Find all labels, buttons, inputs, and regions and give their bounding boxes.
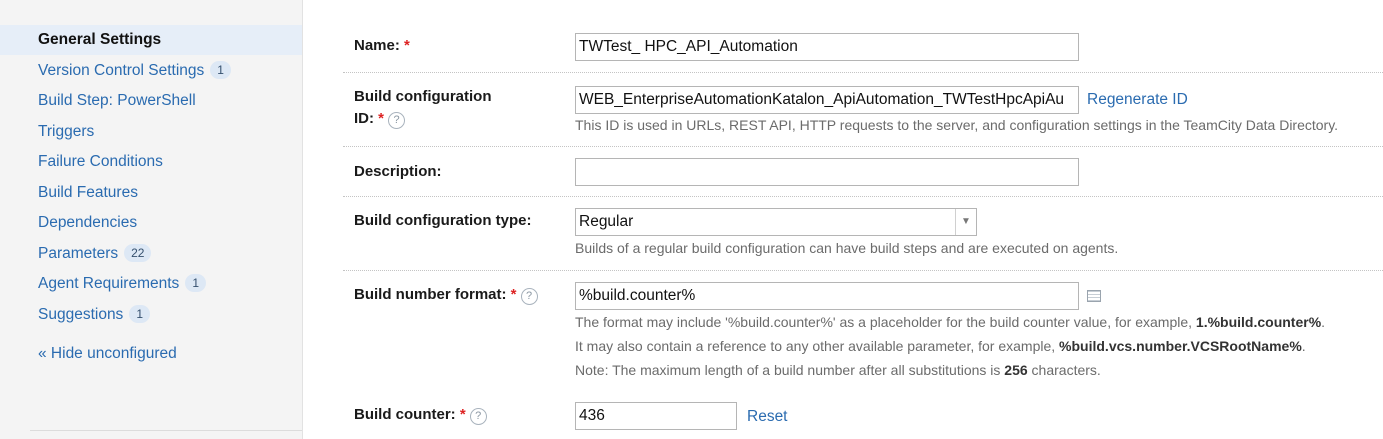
hide-unconfigured-label: « Hide unconfigured — [38, 345, 177, 362]
sidebar-item-label: Build Features — [38, 184, 138, 201]
config-type-value: Regular — [579, 213, 634, 230]
sidebar-item-suggestions[interactable]: Suggestions 1 — [0, 300, 302, 330]
sidebar-item-agent-requirements[interactable]: Agent Requirements 1 — [0, 269, 302, 299]
build-id-note: This ID is used in URLs, REST API, HTTP … — [575, 117, 1339, 133]
sidebar-item-label: Build Step: PowerShell — [38, 92, 196, 109]
counter-row: Build counter: *? 436 Reset — [343, 402, 1383, 434]
required-mark: * — [510, 286, 517, 303]
number-format-note-1: The format may include '%build.counter%'… — [575, 314, 1326, 330]
sidebar-item-label: Version Control Settings — [38, 62, 205, 79]
sidebar-item-dependencies[interactable]: Dependencies — [0, 208, 302, 238]
chevron-down-icon[interactable]: ▼ — [955, 209, 976, 235]
regenerate-id-link[interactable]: Regenerate ID — [1087, 91, 1188, 109]
count-badge: 22 — [124, 244, 152, 262]
number-format-note-2: It may also contain a reference to any o… — [575, 338, 1306, 354]
row-divider — [343, 72, 1383, 73]
sidebar-item-version-control-settings[interactable]: Version Control Settings 1 — [0, 56, 302, 86]
count-badge: 1 — [129, 305, 150, 323]
count-badge: 1 — [185, 274, 206, 292]
sidebar-item-label: Suggestions — [38, 306, 124, 323]
config-type-row: Build configuration type: Regular ▼ Buil… — [343, 208, 1383, 268]
sidebar-item-parameters[interactable]: Parameters 22 — [0, 239, 302, 269]
name-input[interactable]: TWTest_ HPC_API_Automation — [575, 33, 1079, 61]
counter-input[interactable]: 436 — [575, 402, 737, 430]
count-badge: 1 — [210, 61, 231, 79]
sidebar-item-label: General Settings — [38, 31, 162, 48]
sidebar-item-label: Agent Requirements — [38, 275, 180, 292]
sidebar-item-label: Triggers — [38, 123, 95, 140]
required-mark: * — [404, 37, 410, 54]
sidebar-item-failure-conditions[interactable]: Failure Conditions — [0, 147, 302, 177]
name-label: Name: * — [354, 37, 410, 54]
number-format-note-3: Note: The maximum length of a build numb… — [575, 362, 1101, 378]
build-id-row: Build configuration ID: *? WEB_Enterpris… — [343, 84, 1383, 144]
reset-counter-link[interactable]: Reset — [747, 408, 788, 426]
help-icon[interactable]: ? — [469, 408, 487, 425]
required-mark: * — [378, 110, 385, 127]
description-label: Description: — [354, 163, 442, 180]
sidebar-item-general-settings[interactable]: General Settings — [0, 25, 302, 55]
config-type-label: Build configuration type: — [354, 212, 532, 229]
build-id-input[interactable]: WEB_EnterpriseAutomationKatalon_ApiAutom… — [575, 86, 1079, 114]
counter-label: Build counter: *? — [354, 404, 487, 426]
number-format-input[interactable]: %build.counter% — [575, 282, 1079, 310]
name-row: Name: * TWTest_ HPC_API_Automation — [343, 33, 1383, 73]
sidebar-item-label: Failure Conditions — [38, 153, 163, 170]
config-type-select[interactable]: Regular ▼ — [575, 208, 977, 236]
description-input[interactable] — [575, 158, 1079, 186]
row-divider — [343, 270, 1383, 271]
sidebar-item-label: Dependencies — [38, 214, 138, 231]
sidebar-item-build-features[interactable]: Build Features — [0, 178, 302, 208]
number-format-label: Build number format: *? — [354, 284, 538, 306]
help-icon[interactable]: ? — [388, 112, 406, 129]
hide-unconfigured-link[interactable]: « Hide unconfigured — [0, 339, 302, 369]
sidebar-item-build-step-powershell[interactable]: Build Step: PowerShell — [0, 86, 302, 116]
parameter-picker-icon[interactable] — [1087, 290, 1101, 302]
sidebar-divider — [30, 430, 302, 431]
help-icon[interactable]: ? — [520, 288, 538, 305]
required-mark: * — [459, 406, 466, 423]
sidebar-item-label: Parameters — [38, 245, 119, 262]
row-divider — [343, 146, 1383, 147]
number-format-row: Build number format: *? %build.counter% … — [343, 282, 1383, 382]
build-id-label: Build configuration ID: *? — [354, 88, 492, 129]
row-divider — [343, 196, 1383, 197]
settings-sidebar: General Settings Version Control Setting… — [0, 0, 303, 439]
description-row: Description: — [343, 158, 1383, 196]
config-type-note: Builds of a regular build configuration … — [575, 240, 1119, 256]
sidebar-item-triggers[interactable]: Triggers — [0, 117, 302, 147]
